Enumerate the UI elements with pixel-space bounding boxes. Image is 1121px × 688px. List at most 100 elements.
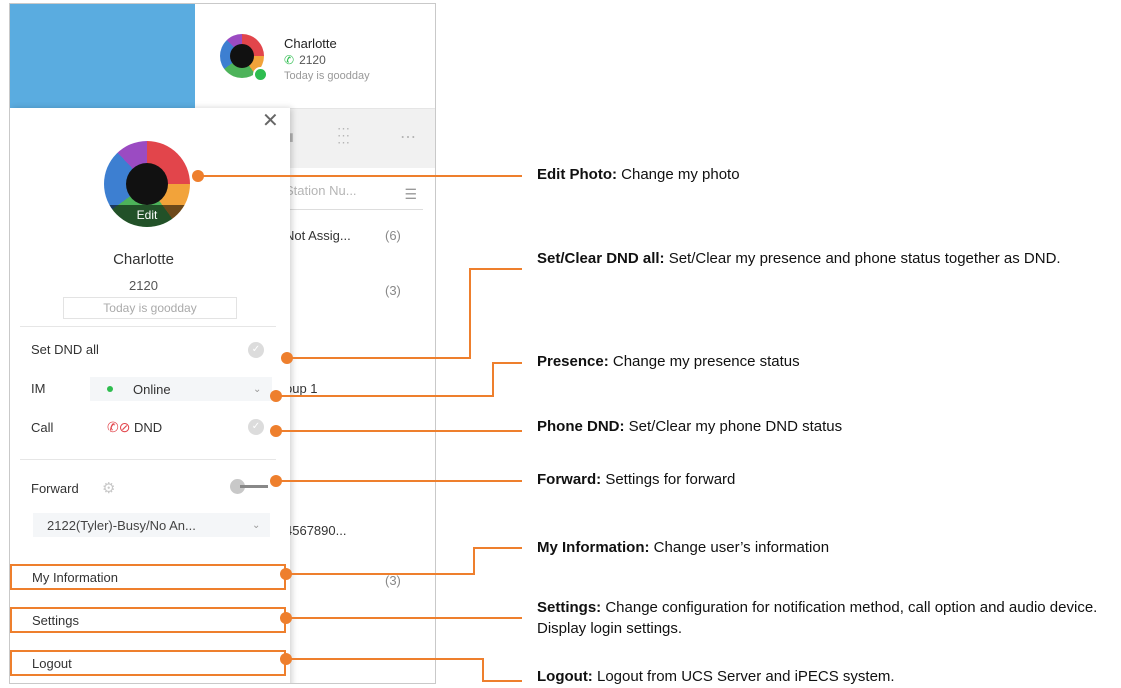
close-icon[interactable]: ✕ [262, 108, 279, 133]
edit-photo-button[interactable]: Edit [104, 205, 190, 227]
annotation-text: Change my presence status [608, 353, 800, 370]
annotation-text: Set/Clear my phone DND status [624, 418, 843, 435]
annotation-settings: Settings: Change configuration for notif… [537, 597, 1112, 639]
profile-extension: 2120 [129, 278, 158, 293]
callout-line [473, 547, 522, 549]
annotation-text: Change configuration for notification me… [537, 599, 1098, 637]
callout-dot [270, 475, 282, 487]
callout-line [482, 680, 522, 682]
my-information-label: My Information [32, 570, 118, 585]
list-item[interactable]: 4567890... [285, 523, 346, 538]
chevron-down-icon: ⌄ [252, 520, 261, 531]
annotation-presence: Presence: Change my presence status [537, 351, 1097, 372]
callout-line [492, 362, 522, 364]
photo-image [126, 163, 168, 205]
annotation-set-dnd-all: Set/Clear DND all: Set/Clear my presence… [537, 248, 1112, 269]
title-bar [10, 4, 195, 108]
presence-dot-icon [253, 67, 268, 82]
phone-dnd-check-icon[interactable]: ✓ [248, 419, 264, 435]
callout-line [286, 617, 522, 619]
callout-dot [270, 425, 282, 437]
callout-line [286, 573, 475, 575]
profile-name: Charlotte [113, 251, 174, 268]
annotation-title: Settings: [537, 599, 602, 616]
online-dot-icon [107, 386, 113, 392]
callout-dot [192, 170, 204, 182]
divider [20, 326, 276, 327]
annotation-logout: Logout: Logout from UCS Server and iPECS… [537, 666, 1112, 687]
settings-label: Settings [32, 613, 79, 628]
annotation-edit-photo: Edit Photo: Change my photo [537, 164, 1097, 185]
callout-line [492, 362, 494, 397]
user-name: Charlotte [284, 36, 337, 51]
presence-value: Online [133, 382, 171, 397]
list-item-count: (3) [385, 573, 401, 588]
search-placeholder: Station Nu... [285, 183, 357, 198]
annotation-title: Phone DND: [537, 418, 625, 435]
callout-dot [280, 653, 292, 665]
callout-line [469, 268, 471, 359]
annotation-title: Forward: [537, 471, 602, 488]
logout-button[interactable]: Logout [10, 650, 286, 676]
chevron-down-icon: ⌄ [253, 384, 262, 395]
my-information-button[interactable]: My Information [10, 564, 286, 590]
callout-line [473, 547, 475, 575]
callout-dot [270, 390, 282, 402]
annotation-text: Change user’s information [649, 539, 830, 556]
profile-photo[interactable]: Edit [104, 141, 190, 227]
logout-label: Logout [32, 656, 72, 671]
call-dnd-value: DND [134, 420, 163, 435]
list-menu-icon[interactable]: ☰ [404, 186, 417, 203]
callout-line [469, 268, 522, 270]
list-item-count: (3) [385, 283, 401, 298]
more-tab-icon[interactable]: ⋯ [400, 127, 416, 147]
callout-line [198, 175, 522, 177]
annotation-text: Change my photo [616, 166, 740, 183]
callout-line [286, 658, 484, 660]
call-dnd-icon: ✆⊘ [107, 419, 131, 435]
callout-dot [280, 612, 292, 624]
divider [20, 459, 276, 460]
callout-line [276, 480, 522, 482]
callout-dot [280, 568, 292, 580]
toggle-track [240, 485, 268, 488]
callout-line [287, 357, 471, 359]
annotation-title: My Information: [537, 539, 650, 556]
annotation-forward: Forward: Settings for forward [537, 469, 1097, 490]
callout-line [482, 658, 484, 682]
annotation-text: Logout from UCS Server and iPECS system. [592, 668, 895, 685]
gear-icon[interactable]: ⚙ [102, 479, 115, 497]
list-item-count: (6) [385, 228, 401, 243]
annotation-title: Presence: [537, 353, 609, 370]
user-extension-value: 2120 [299, 53, 326, 67]
presence-select[interactable]: Online ⌄ [90, 377, 272, 401]
callout-line [276, 430, 522, 432]
dialpad-tab-icon[interactable]: ⋯ ⋯ ⋯ [337, 122, 350, 149]
annotation-title: Logout: [537, 668, 593, 685]
forward-label: Forward [31, 481, 79, 496]
user-header: Charlotte ✆ 2120 Today is goodday [195, 4, 435, 108]
status-message-input[interactable]: Today is goodday [63, 297, 237, 319]
callout-line [276, 395, 494, 397]
app-window: Charlotte ✆2120 Today is goodday ■ ⋯⋯⋯ ⋯… [9, 3, 436, 684]
im-label: IM [31, 381, 46, 396]
annotation-text: Settings for forward [601, 471, 736, 488]
annotation-title: Set/Clear DND all: [537, 250, 665, 267]
user-status-message: Today is goodday [284, 70, 370, 82]
phone-icon: ✆ [284, 53, 295, 67]
annotation-phone-dnd: Phone DND: Set/Clear my phone DND status [537, 416, 1097, 437]
forward-toggle[interactable] [230, 479, 270, 494]
profile-panel: ✕ Edit Charlotte 2120 Today is goodday S… [10, 108, 290, 683]
forward-select[interactable]: 2122(Tyler)-Busy/No An... ⌄ [33, 513, 270, 537]
search-input[interactable]: Station Nu... ☰ [285, 183, 423, 210]
set-dnd-all-label: Set DND all [31, 342, 99, 357]
set-dnd-all-check-icon[interactable]: ✓ [248, 342, 264, 358]
forward-value: 2122(Tyler)-Busy/No An... [47, 518, 196, 533]
callout-dot [281, 352, 293, 364]
call-label: Call [31, 420, 54, 435]
annotation-text: Set/Clear my presence and phone status t… [664, 250, 1061, 267]
settings-button[interactable]: Settings [10, 607, 286, 633]
annotation-my-information: My Information: Change user’s informatio… [537, 537, 1097, 558]
annotation-title: Edit Photo: [537, 166, 617, 183]
list-item[interactable]: Not Assig... [285, 228, 351, 243]
